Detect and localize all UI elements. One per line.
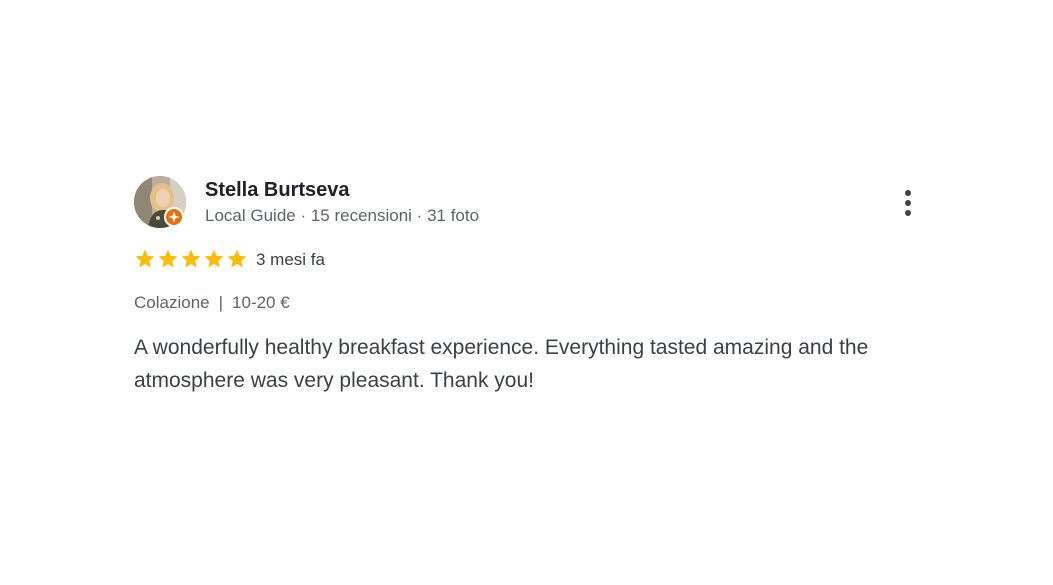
review-text: A wonderfully healthy breakfast experien… (134, 336, 869, 392)
more-vert-icon (905, 200, 911, 206)
star-icon (135, 249, 155, 268)
reviewer-name[interactable]: Stella Burtseva (205, 178, 350, 202)
star-icon (158, 249, 178, 268)
local-guide-badge-icon (164, 207, 184, 227)
more-options-button[interactable] (896, 186, 920, 220)
star-icon (204, 249, 224, 268)
attribute-separator: | (218, 293, 224, 312)
reviewer-meta[interactable]: Local Guide · 15 recensioni · 31 foto (205, 205, 479, 227)
star-icon (181, 249, 201, 268)
review-date: 3 mesi fa (256, 250, 325, 269)
price-range-label: 10-20 € (232, 293, 290, 312)
meal-type-label: Colazione (134, 293, 210, 312)
more-vert-icon (905, 210, 911, 216)
more-vert-icon (905, 190, 911, 196)
reviewer-avatar[interactable] (134, 176, 186, 228)
star-icon (227, 249, 247, 268)
review-card: Stella Burtseva Local Guide · 15 recensi… (134, 176, 924, 406)
review-attributes: Colazione | 10-20 € (134, 292, 290, 314)
